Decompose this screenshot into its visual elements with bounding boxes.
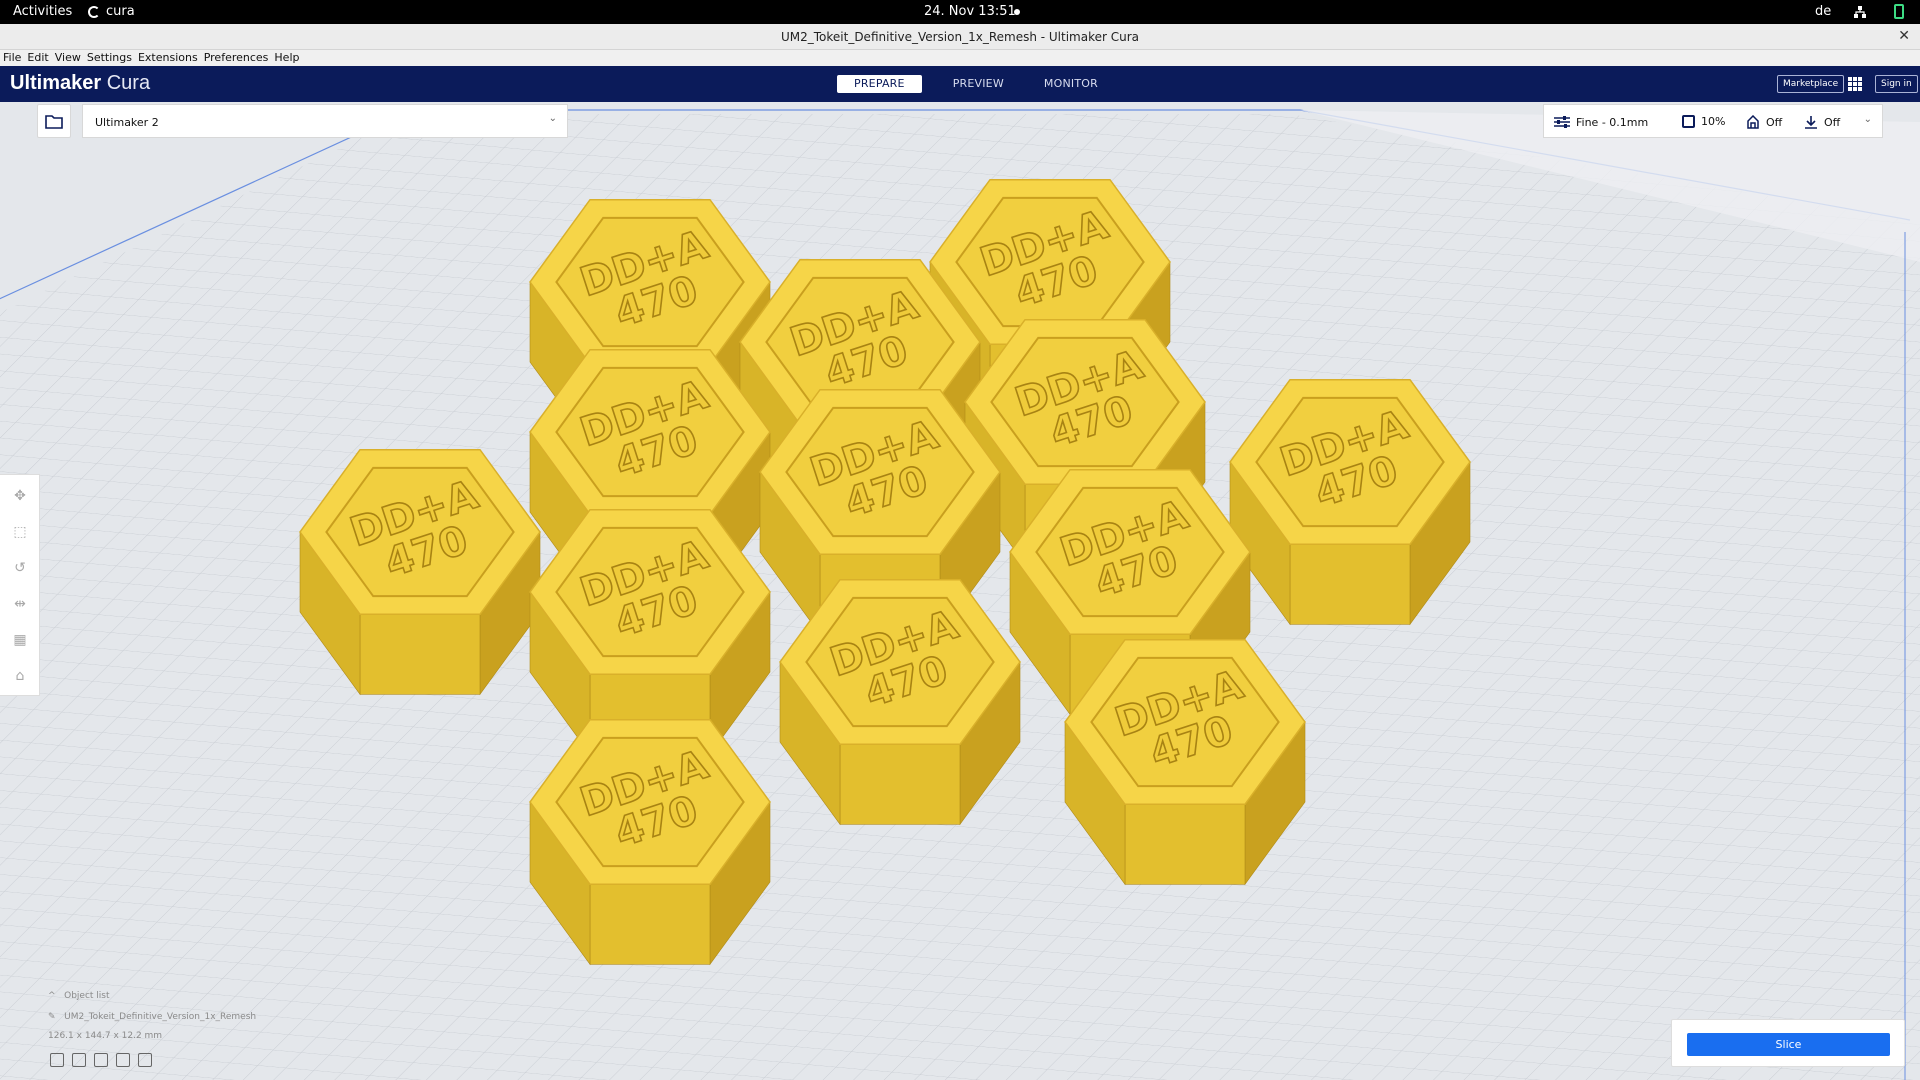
sliders-icon (1554, 116, 1570, 128)
view-right-icon[interactable] (138, 1053, 152, 1067)
app-menu[interactable]: cura (88, 4, 135, 19)
battery-icon[interactable] (1894, 4, 1904, 19)
hex-tile[interactable]: DD+A470 (1064, 638, 1306, 886)
settings-chevron-down-icon[interactable]: ⌄ (1864, 114, 1872, 125)
menu-edit[interactable]: Edit (24, 50, 51, 66)
print-settings-summary[interactable]: Fine - 0.1mm 10% Off Off ⌄ (1543, 104, 1883, 138)
view-left-icon[interactable] (116, 1053, 130, 1067)
cura-header: Ultimaker Cura PREPARE PREVIEW MONITOR M… (0, 66, 1920, 102)
object-list-toggle[interactable]: ^ Object list (48, 991, 110, 1001)
clock[interactable]: 24. Nov 13:51 (924, 4, 1016, 19)
support-setting[interactable]: Off (1746, 115, 1782, 129)
view-orientation-buttons (50, 1053, 152, 1067)
object-filename-row[interactable]: ✎ UM2_Tokeit_Definitive_Version_1x_Remes… (48, 1012, 256, 1022)
per-model-settings-icon[interactable]: ▦ (12, 632, 28, 648)
hex-tile[interactable]: DD+A470 (529, 508, 771, 756)
view-front-icon[interactable] (72, 1053, 86, 1067)
support-label: Off (1766, 115, 1783, 129)
window-title: UM2_Tokeit_Definitive_Version_1x_Remesh … (780, 30, 1140, 44)
infill-setting[interactable]: 10% (1682, 115, 1725, 128)
sign-in-button[interactable]: Sign in (1875, 75, 1918, 93)
support-icon (1747, 115, 1759, 129)
open-file-button[interactable] (37, 104, 71, 138)
hex-tile-side (1289, 543, 1411, 625)
infill-icon (1682, 115, 1695, 128)
infill-label: 10% (1701, 115, 1726, 128)
marketplace-button[interactable]: Marketplace (1777, 75, 1845, 93)
system-top-bar: Activities cura 24. Nov 13:51 de (0, 0, 1920, 24)
ultimaker-cura-logo: Ultimaker Cura (10, 72, 150, 95)
hex-tile-side (359, 613, 481, 695)
adhesion-setting[interactable]: Off (1804, 115, 1840, 129)
logo-light: Cura (106, 72, 151, 94)
cura-app-icon (88, 5, 100, 18)
menu-preferences[interactable]: Preferences (201, 50, 272, 66)
object-dimensions: 126.1 x 144.7 x 12.2 mm (48, 1031, 163, 1041)
tab-monitor[interactable]: MONITOR (1035, 75, 1107, 93)
hex-tile[interactable]: DD+A470 (779, 578, 1021, 826)
hex-tile-side (1124, 803, 1246, 885)
slice-button[interactable]: Slice (1687, 1033, 1890, 1056)
menu-settings[interactable]: Settings (84, 50, 135, 66)
hex-tile[interactable]: DD+A470 (1229, 378, 1471, 626)
app-menu-label: cura (106, 4, 135, 19)
scale-tool-icon[interactable]: ⬚ (12, 524, 28, 540)
window-title-bar: UM2_Tokeit_Definitive_Version_1x_Remesh … (0, 24, 1920, 50)
profile-label: Fine - 0.1mm (1576, 115, 1649, 129)
hex-tile[interactable]: DD+A470 (529, 718, 771, 966)
keyboard-layout-indicator[interactable]: de (1815, 4, 1831, 19)
stage-tabs: PREPARE PREVIEW MONITOR (837, 75, 1107, 93)
menu-extensions[interactable]: Extensions (135, 50, 201, 66)
apps-grid-icon[interactable] (1848, 77, 1862, 91)
move-tool-icon[interactable]: ✥ (12, 488, 28, 504)
chevron-down-icon: ⌄ (548, 113, 557, 124)
folder-icon (45, 114, 63, 129)
support-blocker-icon[interactable]: ⌂ (12, 668, 28, 684)
tool-panel: ✥ ⬚ ↺ ⇹ ▦ ⌂ (0, 474, 40, 696)
build-plate-scene[interactable]: DD+A470DD+A470 DD+A470 DD+A470DD+A470 DD+A4… (0, 102, 1920, 1080)
menu-help[interactable]: Help (271, 50, 302, 66)
printer-name: Ultimaker 2 (95, 116, 159, 129)
window-close-button[interactable]: ✕ (1898, 28, 1910, 44)
profile-setting[interactable]: Fine - 0.1mm (1554, 115, 1648, 129)
mirror-tool-icon[interactable]: ⇹ (12, 596, 28, 612)
hex-tile-side (589, 883, 711, 965)
action-panel: Slice (1671, 1019, 1905, 1067)
rotate-tool-icon[interactable]: ↺ (12, 560, 28, 576)
object-list-header: Object list (64, 991, 110, 1001)
tab-prepare[interactable]: PREPARE (837, 75, 922, 93)
menu-view[interactable]: View (52, 50, 84, 66)
logo-bold: Ultimaker (10, 72, 102, 94)
notification-dot-icon (1014, 9, 1020, 15)
adhesion-icon (1805, 116, 1817, 129)
view-top-icon[interactable] (94, 1053, 108, 1067)
tab-preview[interactable]: PREVIEW (944, 75, 1013, 93)
view-3d-icon[interactable] (50, 1053, 64, 1067)
printer-selector[interactable]: Ultimaker 2 ⌄ (82, 104, 568, 138)
3d-viewport[interactable]: DD+A 470 DD+A 470 DD+A 470 DD+A 470 DD+A 470 DD+A 4… (0, 102, 1920, 1080)
network-icon[interactable] (1853, 5, 1867, 19)
hex-tile-side (839, 743, 961, 825)
activities-button[interactable]: Activities (13, 4, 72, 19)
hex-tile[interactable]: DD+A470 (299, 448, 541, 696)
object-filename: UM2_Tokeit_Definitive_Version_1x_Remesh (64, 1012, 257, 1022)
menu-file[interactable]: File (0, 50, 24, 66)
menu-bar: File Edit View Settings Extensions Prefe… (0, 50, 1920, 66)
adhesion-label: Off (1824, 115, 1841, 129)
